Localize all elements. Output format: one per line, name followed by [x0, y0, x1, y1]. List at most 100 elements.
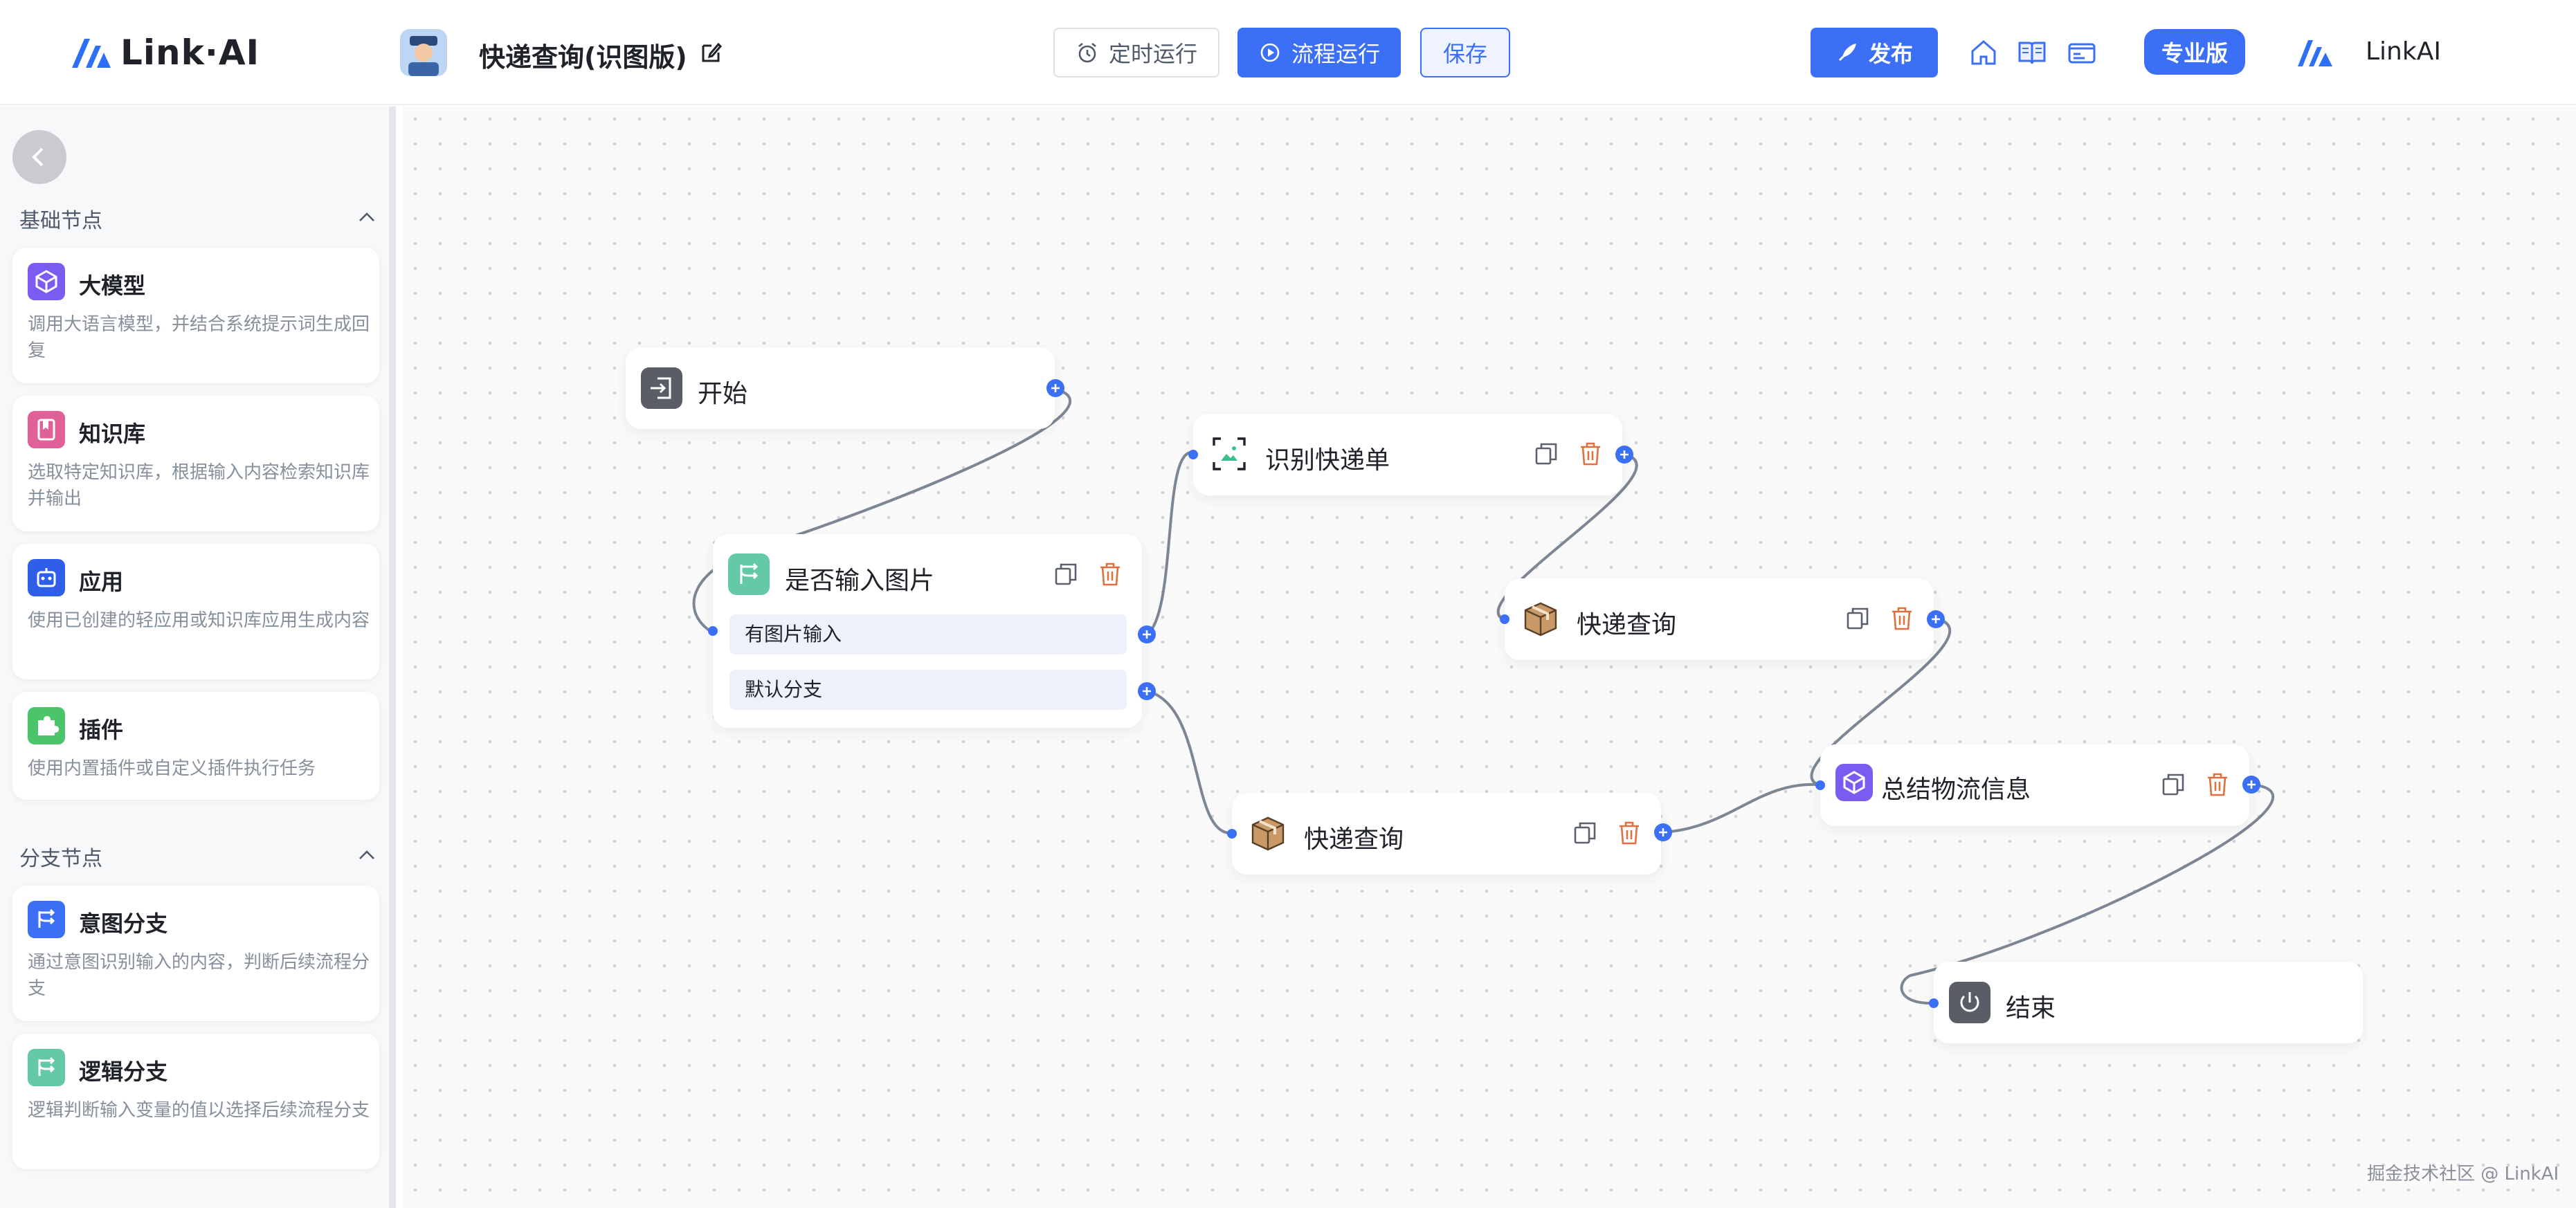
collapse-sidebar-button[interactable] [12, 130, 66, 184]
puzzle-icon [28, 707, 65, 744]
workflow-avatar[interactable] [400, 29, 447, 76]
chevron-up-icon[interactable] [356, 206, 378, 228]
palette-card-logic-branch[interactable]: 逻辑分支 逻辑判断输入变量的值以选择后续流程分支 [12, 1034, 379, 1169]
delete-trash-icon[interactable] [1615, 819, 1643, 847]
brand-logo[interactable]: Link·AI [69, 30, 260, 75]
scan-image-icon [1208, 433, 1250, 475]
user-name[interactable]: LinkAI [2366, 37, 2441, 66]
edit-icon[interactable] [699, 40, 724, 65]
card-title: 意图分支 [79, 910, 168, 937]
delete-trash-icon[interactable] [1888, 605, 1916, 632]
card-title: 大模型 [79, 273, 146, 299]
delete-trash-icon[interactable] [2204, 771, 2231, 798]
output-port-plus-icon[interactable] [1615, 446, 1633, 464]
publish-button[interactable]: 发布 [1811, 28, 1938, 77]
node-title: 是否输入图片 [785, 567, 935, 595]
node-title: 总结物流信息 [1881, 776, 2031, 804]
output-port-plus-icon[interactable] [1138, 625, 1156, 643]
palette-card-knowledge[interactable]: 知识库 选取特定知识库，根据输入内容检索知识库并输出 [12, 396, 379, 531]
node-title: 开始 [698, 380, 748, 408]
node-palette-sidebar: 基础节点 大模型 调用大语言模型，并结合系统提示词生成回复 知识库 选取特定知识… [0, 107, 396, 1208]
branch-icon [728, 553, 770, 595]
output-port-plus-icon[interactable] [1927, 610, 1945, 628]
card-title: 插件 [79, 717, 124, 743]
save-label: 保存 [1442, 41, 1487, 67]
scheduled-run-label: 定时运行 [1108, 41, 1197, 67]
palette-card-intent-branch[interactable]: 意图分支 通过意图识别输入的内容，判断后续流程分支 [12, 886, 379, 1021]
llm-cube-icon [1835, 764, 1873, 801]
input-port[interactable] [1227, 829, 1237, 839]
node-condition[interactable]: 是否输入图片 有图片输入 默认分支 [708, 534, 1156, 728]
node-title: 结束 [2006, 994, 2056, 1023]
node-express-query-2[interactable]: 快递查询 [1227, 793, 1672, 875]
user-logo-icon [2298, 40, 2332, 66]
workflow-title: 快递查询(识图版) [479, 42, 687, 73]
copy-icon[interactable] [1844, 605, 1871, 632]
card-description: 选取特定知识库，根据输入内容检索知识库并输出 [28, 462, 370, 509]
branch-row-default[interactable]: 默认分支 [729, 670, 1127, 710]
flow-run-label: 流程运行 [1291, 41, 1380, 67]
power-icon [1949, 982, 1990, 1023]
node-express-query-1[interactable]: 快递查询 [1500, 578, 1945, 660]
node-recognize-waybill[interactable]: 识别快递单 [1188, 414, 1633, 495]
branch-row-has-image[interactable]: 有图片输入 [729, 614, 1127, 655]
output-port-plus-icon[interactable] [1046, 379, 1064, 397]
output-port-plus-icon[interactable] [1654, 823, 1672, 841]
chevron-left-icon [32, 147, 44, 167]
input-port[interactable] [1815, 780, 1825, 790]
branch-icon [28, 901, 65, 938]
watermark: 掘金技术社区 @ LinkAI [2367, 1164, 2559, 1184]
book-icon [28, 411, 65, 448]
delete-trash-icon[interactable] [1096, 560, 1124, 588]
scheduled-run-button[interactable]: 定时运行 [1053, 28, 1219, 77]
node-summary-logistics[interactable]: 总结物流信息 [1815, 744, 2260, 826]
palette-card-app[interactable]: 应用 使用已创建的轻应用或知识库应用生成内容 [12, 544, 379, 679]
message-box-icon[interactable] [2067, 37, 2097, 68]
publish-label: 发布 [1868, 41, 1913, 67]
input-port[interactable] [1929, 998, 1939, 1008]
delete-trash-icon[interactable] [1577, 440, 1604, 468]
card-description: 通过意图识别输入的内容，判断后续流程分支 [28, 952, 370, 999]
input-port[interactable] [708, 626, 718, 636]
docs-book-icon[interactable] [2017, 37, 2047, 68]
card-description: 使用内置插件或自定义插件执行任务 [28, 758, 316, 779]
package-box-icon [1520, 598, 1561, 639]
home-icon[interactable] [1968, 37, 1999, 68]
copy-icon[interactable] [2159, 771, 2187, 798]
section-title-branch: 分支节点 [19, 847, 102, 871]
play-circle-icon [1260, 43, 1280, 62]
chevron-up-icon[interactable] [356, 844, 378, 866]
output-port-plus-icon[interactable] [1138, 682, 1156, 700]
card-title: 逻辑分支 [79, 1059, 168, 1085]
palette-card-llm[interactable]: 大模型 调用大语言模型，并结合系统提示词生成回复 [12, 248, 379, 383]
package-box-icon [1247, 812, 1289, 854]
card-title: 应用 [79, 569, 124, 595]
output-port-plus-icon[interactable] [2242, 776, 2260, 794]
copy-icon[interactable] [1571, 819, 1599, 847]
palette-card-plugin[interactable]: 插件 使用内置插件或自定义插件执行任务 [12, 692, 379, 800]
node-title: 识别快递单 [1265, 446, 1390, 475]
pro-version-badge[interactable]: 专业版 [2144, 29, 2245, 75]
input-port[interactable] [1188, 450, 1198, 459]
robot-icon [28, 559, 65, 596]
card-description: 使用已创建的轻应用或知识库应用生成内容 [28, 610, 370, 631]
node-start[interactable]: 开始 [626, 347, 1064, 429]
card-description: 逻辑判断输入变量的值以选择后续流程分支 [28, 1100, 370, 1121]
copy-icon[interactable] [1532, 440, 1560, 468]
node-title: 快递查询 [1577, 611, 1677, 639]
alarm-clock-icon [1078, 42, 1096, 63]
branch-icon [28, 1049, 65, 1086]
copy-icon[interactable] [1052, 560, 1080, 588]
flow-run-button[interactable]: 流程运行 [1237, 28, 1401, 77]
section-title-basic: 基础节点 [19, 209, 102, 233]
enter-icon [641, 367, 682, 409]
rocket-icon [1838, 44, 1856, 62]
courier-avatar-icon [400, 29, 447, 76]
top-header: Link·AI 快递查询(识图版) 定时运行 流程运行 保存 发布 专业版 Li… [0, 0, 2576, 105]
node-title: 快递查询 [1304, 825, 1404, 854]
card-description: 调用大语言模型，并结合系统提示词生成回复 [28, 314, 370, 361]
input-port[interactable] [1500, 614, 1509, 624]
node-end[interactable]: 结束 [1929, 962, 2363, 1043]
brand-name: Link·AI [120, 33, 260, 73]
save-button[interactable]: 保存 [1420, 28, 1510, 77]
